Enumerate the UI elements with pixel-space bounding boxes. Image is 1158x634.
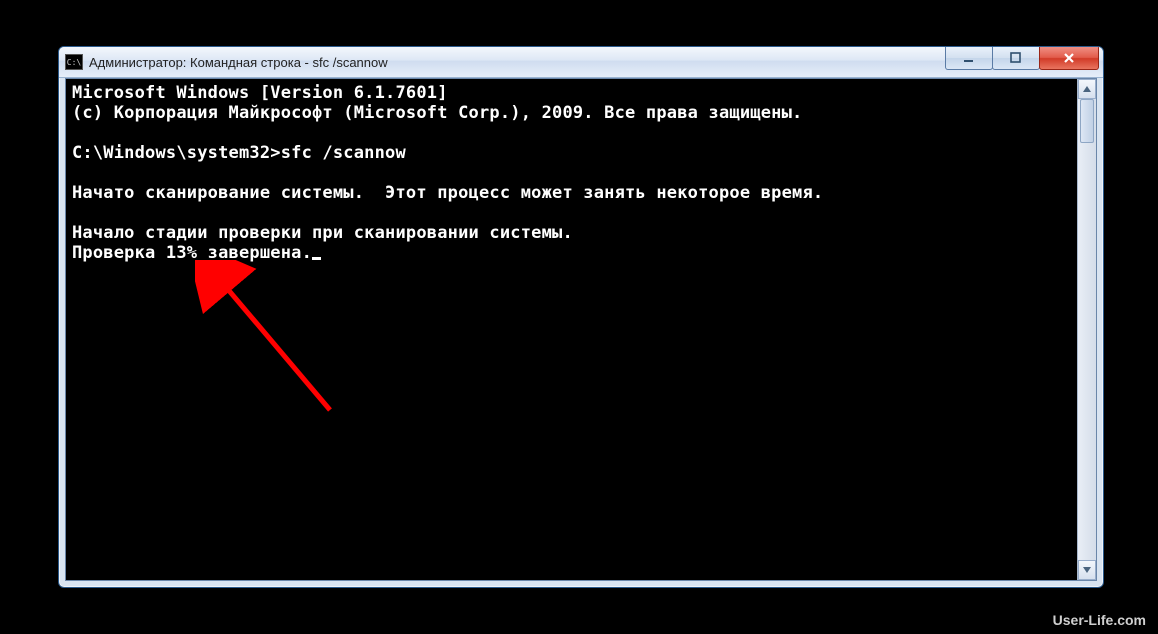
command-prompt-window: C:\ Администратор: Командная строка - sf…	[58, 46, 1104, 588]
console-prompt-line: C:\Windows\system32>sfc /scannow	[72, 143, 406, 163]
maximize-button[interactable]	[992, 47, 1040, 70]
close-button[interactable]	[1039, 47, 1099, 70]
window-title: Администратор: Командная строка - sfc /s…	[89, 55, 945, 70]
console-output[interactable]: Microsoft Windows [Version 6.1.7601] (c)…	[66, 79, 1077, 580]
window-controls	[945, 47, 1099, 69]
close-icon	[1062, 51, 1076, 65]
cmd-icon: C:\	[65, 54, 83, 70]
chevron-down-icon	[1083, 567, 1091, 573]
scroll-track[interactable]	[1078, 99, 1096, 560]
console-line: Microsoft Windows [Version 6.1.7601]	[72, 83, 448, 103]
client-area: Microsoft Windows [Version 6.1.7601] (c)…	[65, 78, 1097, 581]
vertical-scrollbar[interactable]	[1077, 79, 1096, 580]
scroll-thumb[interactable]	[1080, 99, 1094, 143]
minimize-icon	[963, 52, 975, 64]
console-progress-line: Проверка 13% завершена.	[72, 243, 312, 263]
watermark: User-Life.com	[1053, 612, 1146, 628]
console-line: Начало стадии проверки при сканировании …	[72, 223, 573, 243]
titlebar[interactable]: C:\ Администратор: Командная строка - sf…	[59, 47, 1103, 78]
scroll-down-button[interactable]	[1078, 560, 1096, 580]
console-line: Начато сканирование системы. Этот процес…	[72, 183, 823, 203]
scroll-up-button[interactable]	[1078, 79, 1096, 99]
maximize-icon	[1010, 52, 1022, 64]
minimize-button[interactable]	[945, 47, 993, 70]
console-line: (c) Корпорация Майкрософт (Microsoft Cor…	[72, 103, 802, 123]
stage: C:\ Администратор: Командная строка - sf…	[0, 0, 1158, 634]
chevron-up-icon	[1083, 86, 1091, 92]
text-cursor	[312, 257, 321, 260]
